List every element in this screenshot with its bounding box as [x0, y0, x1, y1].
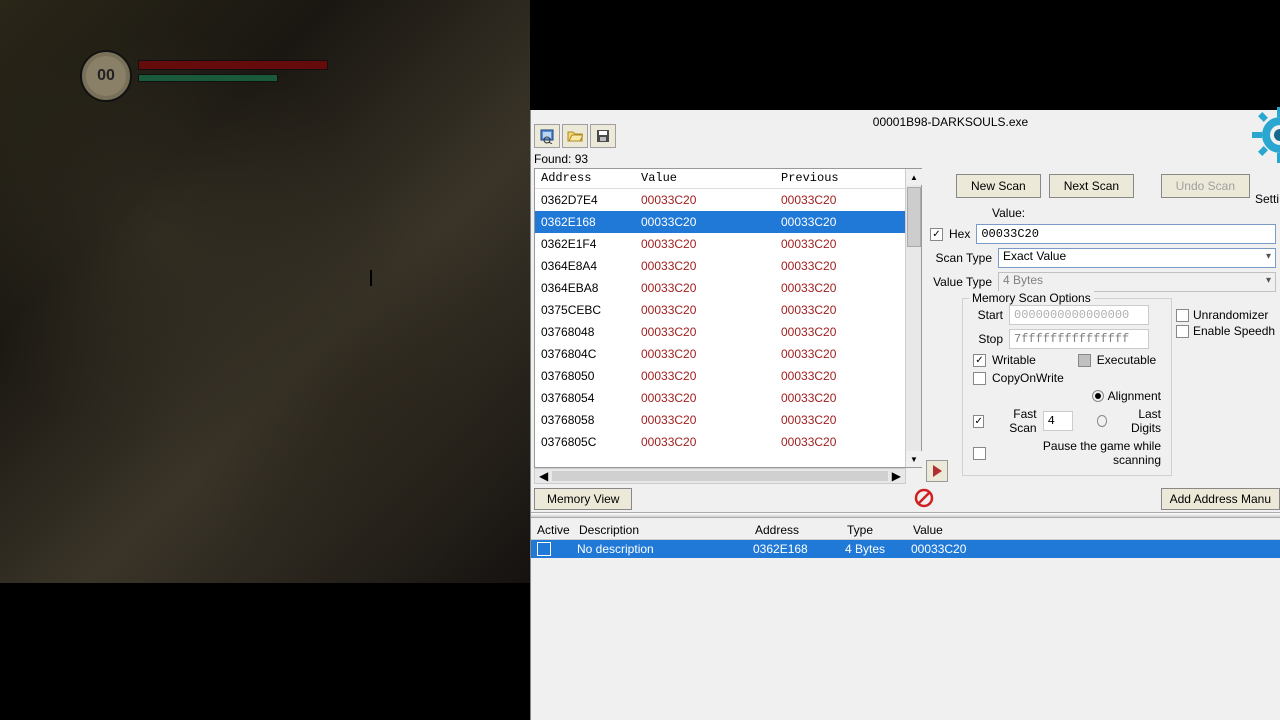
row-description: No description [571, 542, 747, 556]
hud-ring: 00 [82, 52, 130, 100]
table-row[interactable]: 0362E16800033C2000033C20 [535, 211, 921, 233]
results-vscroll[interactable]: ▲ ▼ [905, 169, 921, 467]
enable-speedhack-checkbox[interactable] [1176, 325, 1189, 338]
value-input[interactable] [976, 224, 1276, 244]
col-value2[interactable]: Value [907, 523, 1280, 537]
scroll-thumb[interactable] [907, 187, 921, 247]
row-type: 4 Bytes [839, 542, 905, 556]
pause-game-label: Pause the game while scanning [992, 439, 1161, 467]
memory-scan-options-group: Memory Scan Options Start Stop Writable … [962, 298, 1172, 476]
table-row[interactable]: 0364EBA800033C2000033C20 [535, 277, 921, 299]
col-previous[interactable]: Previous [775, 169, 895, 188]
undo-scan-button: Undo Scan [1161, 174, 1250, 198]
row-address: 0362E168 [747, 542, 839, 556]
enable-speedhack-label: Enable Speedh [1193, 324, 1275, 338]
toolbar [534, 124, 616, 148]
scan-type-label: Scan Type [930, 251, 992, 265]
copyonwrite-label: CopyOnWrite [992, 371, 1064, 385]
value-type-label: Value Type [930, 275, 992, 289]
start-label: Start [973, 308, 1003, 322]
unrandomizer-checkbox[interactable] [1176, 309, 1189, 322]
process-title: 00001B98-DARKSOULS.exe [631, 115, 1270, 133]
stop-input[interactable] [1009, 329, 1149, 349]
copyonwrite-checkbox[interactable] [973, 372, 986, 385]
splitter[interactable] [531, 512, 1280, 518]
stop-label: Stop [973, 332, 1003, 346]
writable-checkbox[interactable] [973, 354, 986, 367]
found-count: Found: 93 [534, 152, 588, 166]
clear-list-icon[interactable] [914, 488, 934, 508]
pause-game-checkbox[interactable] [973, 447, 986, 460]
col-address[interactable]: Address [535, 169, 635, 188]
open-file-button[interactable] [562, 124, 588, 148]
alignment-label: Alignment [1108, 389, 1161, 403]
row-value: 00033C20 [905, 542, 972, 556]
memory-view-button[interactable]: Memory View [534, 488, 632, 510]
hscroll-track[interactable] [552, 471, 888, 481]
unrandomizer-label: Unrandomizer [1193, 308, 1268, 322]
fast-scan-checkbox[interactable] [973, 415, 984, 428]
executable-label: Executable [1097, 353, 1156, 367]
fast-scan-input[interactable] [1043, 411, 1073, 431]
scroll-up-icon[interactable]: ▲ [906, 169, 922, 185]
scroll-down-icon[interactable]: ▼ [906, 451, 922, 467]
value-type-select: 4 Bytes [998, 272, 1276, 292]
fast-scan-label: Fast Scan [990, 407, 1036, 435]
app-logo-icon [1250, 105, 1280, 165]
col-type[interactable]: Type [841, 523, 907, 537]
hp-bar [138, 60, 328, 70]
open-process-button[interactable] [534, 124, 560, 148]
results-hscroll[interactable]: ◀ ▶ [534, 468, 906, 484]
table-row[interactable]: 0376805C00033C2000033C20 [535, 431, 921, 447]
address-list-header: Active Description Address Type Value [531, 520, 1280, 540]
table-row[interactable]: 0375CEBC00033C2000033C20 [535, 299, 921, 321]
last-digits-radio[interactable] [1097, 415, 1108, 427]
alignment-radio[interactable] [1092, 390, 1104, 402]
side-options: Unrandomizer Enable Speedh [1172, 294, 1280, 476]
writable-label: Writable [992, 353, 1036, 367]
address-list-row[interactable]: No description 0362E168 4 Bytes 00033C20 [531, 540, 1280, 558]
hex-checkbox[interactable] [930, 228, 943, 241]
start-input[interactable] [1009, 305, 1149, 325]
save-button[interactable] [590, 124, 616, 148]
value-label: Value: [992, 206, 1025, 220]
game-background: 00 [0, 0, 530, 583]
row-active-checkbox[interactable] [537, 542, 551, 556]
stamina-bar [138, 74, 278, 82]
executable-checkbox[interactable] [1078, 354, 1091, 367]
scan-type-select[interactable]: Exact Value [998, 248, 1276, 268]
table-row[interactable]: 0364E8A400033C2000033C20 [535, 255, 921, 277]
hex-label: Hex [949, 227, 970, 241]
table-row[interactable]: 0362E1F400033C2000033C20 [535, 233, 921, 255]
cheat-engine-window: 00001B98-DARKSOULS.exe Setti Found: 93 A… [530, 110, 1280, 720]
col-description[interactable]: Description [573, 523, 749, 537]
mem-scan-title: Memory Scan Options [969, 291, 1094, 305]
col-address2[interactable]: Address [749, 523, 841, 537]
col-active[interactable]: Active [531, 523, 573, 537]
table-row[interactable]: 0376804C00033C2000033C20 [535, 343, 921, 365]
col-value[interactable]: Value [635, 169, 775, 188]
scroll-right-icon[interactable]: ▶ [892, 469, 901, 483]
table-row[interactable]: 0362D7E400033C2000033C20 [535, 189, 921, 211]
table-row[interactable]: 0376805400033C2000033C20 [535, 387, 921, 409]
new-scan-button[interactable]: New Scan [956, 174, 1041, 198]
results-header: Address Value Previous [535, 169, 921, 189]
add-address-manually-button[interactable]: Add Address Manu [1161, 488, 1280, 510]
table-row[interactable]: 0376805000033C2000033C20 [535, 365, 921, 387]
scan-controls: New Scan Next Scan Undo Scan Value: Hex … [926, 168, 1280, 476]
text-cursor [370, 270, 372, 286]
scroll-left-icon[interactable]: ◀ [539, 469, 548, 483]
results-table[interactable]: Address Value Previous 0362D7E400033C200… [534, 168, 922, 468]
last-digits-label: Last Digits [1113, 407, 1161, 435]
table-row[interactable]: 0376805800033C2000033C20 [535, 409, 921, 431]
table-row[interactable]: 0376804800033C2000033C20 [535, 321, 921, 343]
next-scan-button[interactable]: Next Scan [1049, 174, 1134, 198]
